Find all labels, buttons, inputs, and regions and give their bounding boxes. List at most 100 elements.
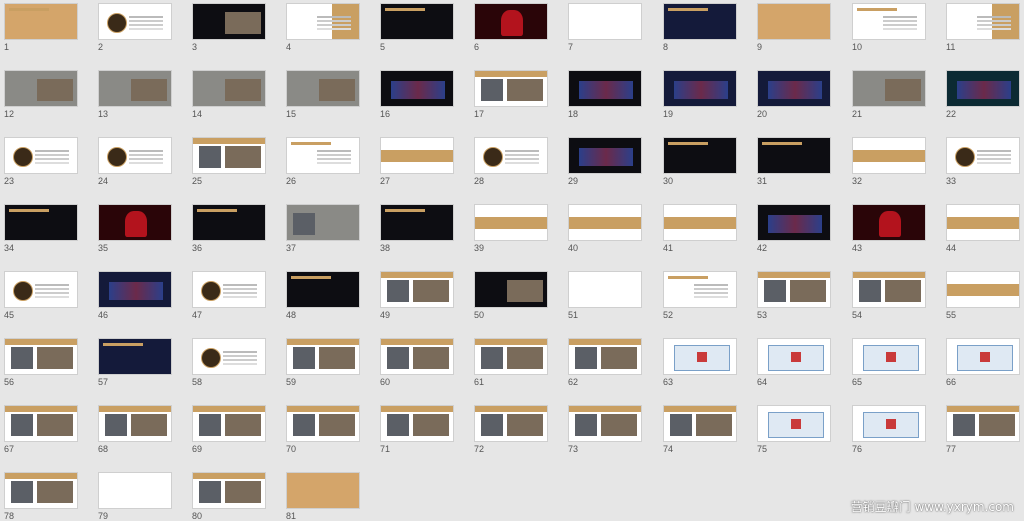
slide-thumbnail[interactable]: [852, 204, 926, 241]
slide-thumbnail[interactable]: [474, 137, 548, 174]
slide-thumbnail[interactable]: [286, 70, 360, 107]
slide-thumbnail[interactable]: [98, 137, 172, 174]
slide-number: 27: [380, 176, 391, 186]
slide-thumbnail[interactable]: [380, 137, 454, 174]
slide-thumbnail[interactable]: [4, 271, 78, 308]
slide-thumbnail[interactable]: [852, 70, 926, 107]
slide-number: 5: [380, 42, 386, 52]
slide-preview: [758, 4, 830, 39]
slide-thumbnail[interactable]: [98, 70, 172, 107]
slide-thumbnail[interactable]: [4, 204, 78, 241]
slide-thumbnail[interactable]: [98, 338, 172, 375]
slide-thumbnail[interactable]: [946, 204, 1020, 241]
slide-thumbnail[interactable]: [286, 271, 360, 308]
slide-preview: [5, 138, 77, 173]
slide-number: 42: [757, 243, 768, 253]
slide-number: 63: [663, 377, 674, 387]
slide-thumbnail[interactable]: [286, 405, 360, 442]
slide-thumbnail[interactable]: [946, 137, 1020, 174]
slide-thumbnail[interactable]: [98, 271, 172, 308]
slide-thumbnail[interactable]: [757, 338, 831, 375]
slide-thumbnail[interactable]: [946, 70, 1020, 107]
slide-thumbnail[interactable]: [192, 405, 266, 442]
slide-thumbnail[interactable]: [192, 271, 266, 308]
slide-thumbnail[interactable]: [286, 3, 360, 40]
slide-preview: [664, 4, 736, 39]
slide-thumbnail[interactable]: [663, 204, 737, 241]
slide-thumbnail[interactable]: [98, 405, 172, 442]
slide-thumbnail[interactable]: [568, 271, 642, 308]
slide-thumbnail[interactable]: [663, 338, 737, 375]
slide-thumbnail[interactable]: [4, 405, 78, 442]
slide-thumbnail[interactable]: [663, 405, 737, 442]
slide-preview: [287, 272, 359, 307]
slide-thumbnail[interactable]: [946, 3, 1020, 40]
slide-thumbnail[interactable]: [192, 3, 266, 40]
slide-thumbnail[interactable]: [286, 338, 360, 375]
slide-thumbnail[interactable]: [568, 338, 642, 375]
slide-thumbnail[interactable]: [380, 338, 454, 375]
slide-thumbnail[interactable]: [98, 3, 172, 40]
slide-thumbnail[interactable]: [4, 137, 78, 174]
slide-thumbnail[interactable]: [380, 271, 454, 308]
slide-thumbnail[interactable]: [663, 271, 737, 308]
slide-thumbnail[interactable]: [852, 405, 926, 442]
slide-thumbnail[interactable]: [663, 137, 737, 174]
watermark-text: 营销豆瓣门 www.yxrym.com: [850, 500, 1014, 514]
slide-preview: [287, 205, 359, 240]
slide-thumbnail[interactable]: [757, 70, 831, 107]
slide-thumbnail[interactable]: [946, 271, 1020, 308]
slide-thumbnail[interactable]: [4, 338, 78, 375]
slide-thumbnail[interactable]: [4, 3, 78, 40]
slide-thumbnail[interactable]: [474, 70, 548, 107]
slide-thumbnail[interactable]: [4, 70, 78, 107]
slide-thumbnail[interactable]: [474, 204, 548, 241]
slide-number: 50: [474, 310, 485, 320]
slide-thumbnail[interactable]: [4, 472, 78, 509]
slide-thumbnail[interactable]: [380, 70, 454, 107]
slide-thumbnail[interactable]: [380, 3, 454, 40]
slide-thumbnail[interactable]: [192, 70, 266, 107]
slide-preview: [758, 205, 830, 240]
slide-thumbnail[interactable]: [98, 472, 172, 509]
slide-thumbnail[interactable]: [946, 405, 1020, 442]
slide-thumbnail[interactable]: [568, 70, 642, 107]
slide-thumbnail[interactable]: [568, 137, 642, 174]
slide-preview: [99, 473, 171, 508]
slide-thumbnail[interactable]: [380, 405, 454, 442]
slide-thumbnail[interactable]: [852, 137, 926, 174]
slide-number: 68: [98, 444, 109, 454]
slide-thumbnail[interactable]: [474, 405, 548, 442]
slide-number: 54: [852, 310, 863, 320]
slide-thumbnail[interactable]: [852, 3, 926, 40]
slide-thumbnail[interactable]: [757, 137, 831, 174]
slide-thumbnail[interactable]: [98, 204, 172, 241]
slide-thumbnail[interactable]: [663, 70, 737, 107]
slide-thumbnail[interactable]: [852, 271, 926, 308]
slide-thumbnail[interactable]: [852, 338, 926, 375]
slide-thumbnail[interactable]: [192, 338, 266, 375]
slide-thumbnail[interactable]: [757, 204, 831, 241]
slide-thumbnail[interactable]: [757, 405, 831, 442]
slide-thumbnail[interactable]: [192, 204, 266, 241]
slide-thumbnail[interactable]: [192, 137, 266, 174]
slide-thumbnail[interactable]: [474, 3, 548, 40]
slide-number: 74: [663, 444, 674, 454]
slide-thumbnail[interactable]: [286, 204, 360, 241]
slide-thumbnail[interactable]: [663, 3, 737, 40]
slide-thumbnail[interactable]: [946, 338, 1020, 375]
slide-thumbnail[interactable]: [757, 271, 831, 308]
slide-thumbnail[interactable]: [474, 271, 548, 308]
slide-thumbnail[interactable]: [192, 472, 266, 509]
slide-thumbnail[interactable]: [286, 137, 360, 174]
slide-thumbnail[interactable]: [380, 204, 454, 241]
slide-thumbnail[interactable]: [568, 405, 642, 442]
slide-preview: [569, 339, 641, 374]
slide-preview: [5, 71, 77, 106]
slide-preview: [947, 71, 1019, 106]
slide-thumbnail[interactable]: [474, 338, 548, 375]
slide-thumbnail[interactable]: [757, 3, 831, 40]
slide-thumbnail[interactable]: [286, 472, 360, 509]
slide-thumbnail[interactable]: [568, 3, 642, 40]
slide-thumbnail[interactable]: [568, 204, 642, 241]
